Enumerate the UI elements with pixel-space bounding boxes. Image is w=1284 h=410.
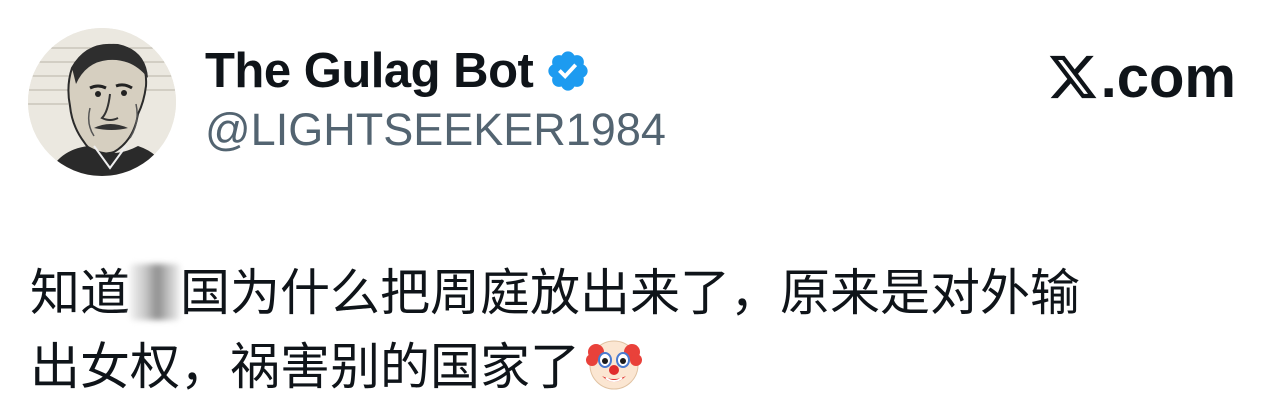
avatar-portrait-image [28, 28, 176, 176]
tweet-text-segment: 知道 [30, 264, 130, 322]
display-name-row[interactable]: The Gulag Bot [205, 36, 591, 106]
user-handle[interactable]: @LIGHTSEEKER1984 [205, 104, 666, 156]
display-name[interactable]: The Gulag Bot [205, 43, 534, 99]
brand-domain-label: .com [1100, 44, 1236, 110]
avatar[interactable] [28, 28, 176, 176]
tweet-text-segment: 国为什么把周庭放出来了，原来是对外输 [180, 264, 1080, 322]
redacted-character-blur [130, 264, 180, 320]
tweet-text-segment: 出女权，祸害别的国家了 [30, 338, 580, 396]
x-logo-icon [1047, 51, 1099, 103]
verified-badge-icon[interactable] [545, 48, 591, 94]
tweet-line-1: 知道 国为什么把周庭放出来了，原来是对外输 [30, 256, 1260, 330]
brand-watermark: .com [1047, 44, 1236, 110]
clown-face-icon [586, 336, 642, 392]
tweet-text: 知道 国为什么把周庭放出来了，原来是对外输 出女权，祸害别的国家了 [30, 256, 1260, 404]
tweet-line-2: 出女权，祸害别的国家了 [30, 330, 1260, 404]
